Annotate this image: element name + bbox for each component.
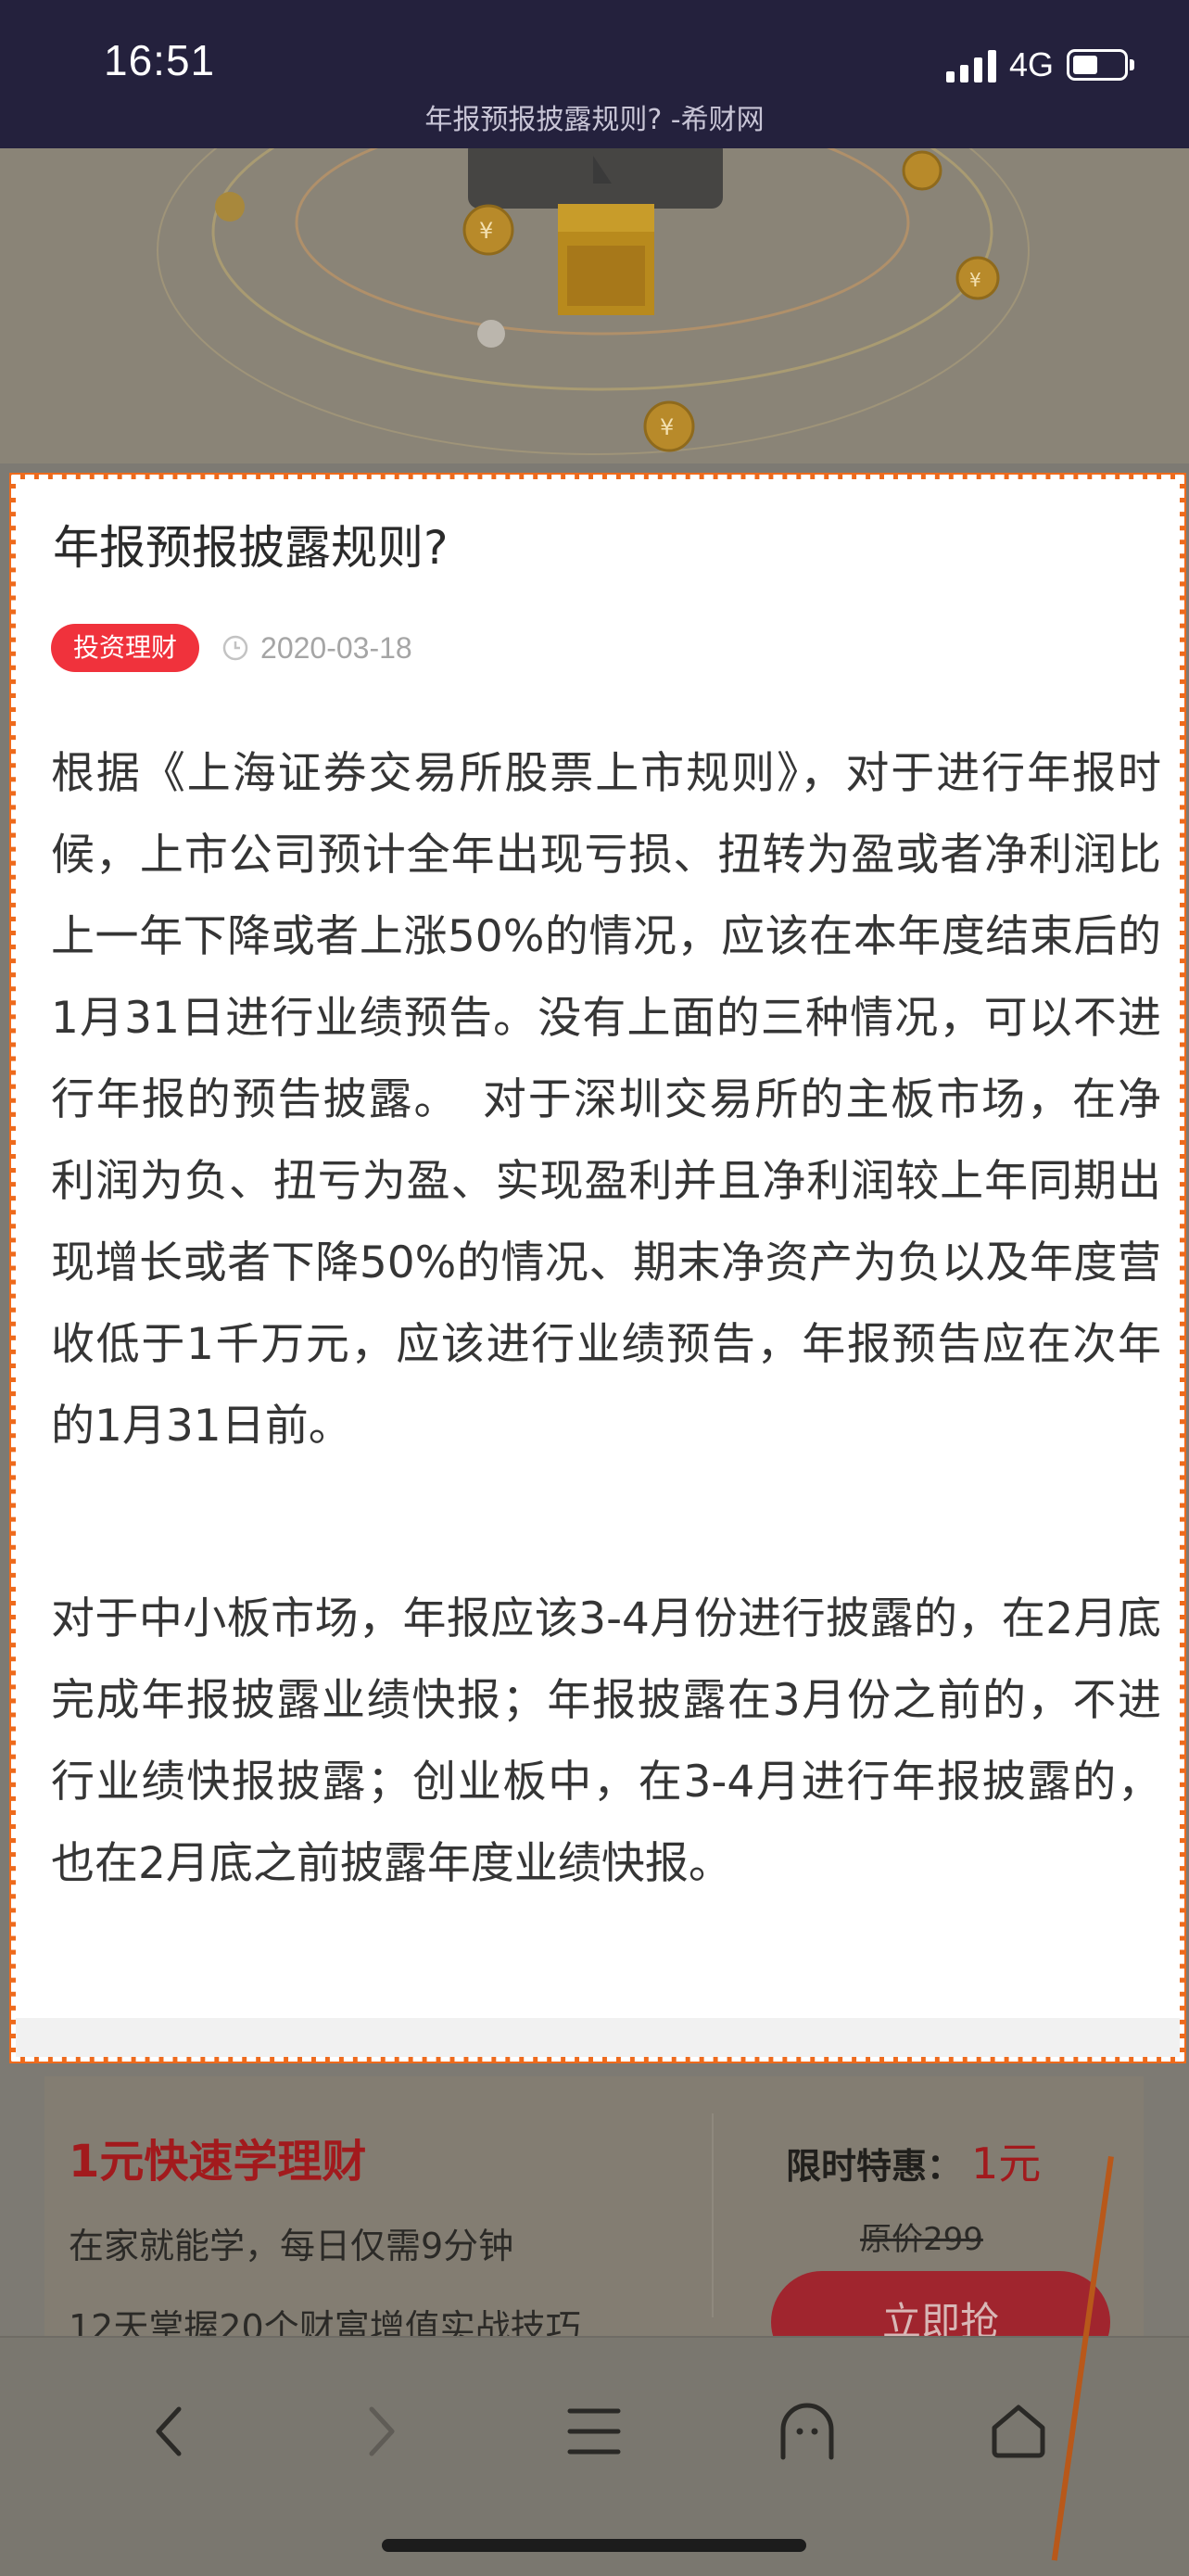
menu-icon — [567, 2408, 621, 2455]
promo-card[interactable]: 1元快速学理财 在家就能学，每日仅需9分钟 12天掌握20个财富增值实战技巧 限… — [44, 2076, 1144, 2345]
price-value: 1元 — [971, 2138, 1042, 2189]
svg-text:¥: ¥ — [479, 218, 493, 244]
page-title: 年报预报披露规则? -希财网 — [424, 104, 765, 136]
back-icon — [156, 2406, 182, 2456]
promo-title: 1元快速学理财 — [69, 2136, 367, 2188]
home-button[interactable] — [977, 2390, 1060, 2473]
hero-illustration: ¥ ¥ ¥ — [0, 148, 1189, 463]
article-paragraph: 根据《上海证券交易所股票上市规则》，对于进行年报时候，上市公司预计全年出现亏损、… — [51, 748, 1161, 1452]
forward-icon — [369, 2406, 395, 2456]
article-meta: 投资理财 2020-03-18 — [51, 624, 412, 672]
price-label: 限时特惠： — [786, 2146, 963, 2187]
menu-button[interactable] — [552, 2390, 636, 2473]
buy-now-button[interactable]: 立即抢 — [771, 2271, 1110, 2345]
back-button[interactable] — [128, 2390, 211, 2473]
tabs-button[interactable] — [765, 2390, 849, 2473]
coin-orbit-illustration: ¥ ¥ ¥ — [0, 148, 1189, 463]
battery-icon — [1067, 49, 1134, 81]
svg-text:¥: ¥ — [660, 414, 674, 440]
home-indicator[interactable] — [382, 2539, 806, 2552]
home-icon — [992, 2405, 1045, 2458]
promo-subtitle: 在家就能学，每日仅需9分钟 — [69, 2226, 514, 2266]
article-card: 年报预报披露规则? 投资理财 2020-03-18 根据《上海证券交易所股票上市… — [11, 475, 1184, 2062]
forward-button[interactable] — [339, 2390, 423, 2473]
browser-toolbar — [0, 2336, 1189, 2576]
status-bar: 16:51 4G 年报预报披露规则? -希财网 — [0, 0, 1189, 148]
card-footer-divider — [16, 2018, 1180, 2057]
promo-price: 限时特惠： 1元 — [786, 2130, 1041, 2191]
svg-text:¥: ¥ — [969, 269, 981, 291]
promo-divider — [712, 2113, 714, 2317]
category-tag[interactable]: 投资理财 — [51, 624, 200, 672]
date-text: 2020-03-18 — [260, 630, 412, 665]
article-title: 年报预报披露规则? — [53, 521, 449, 575]
status-indicators: 4G — [945, 43, 1134, 87]
publish-date: 2020-03-18 — [221, 631, 412, 666]
network-type: 4G — [1008, 45, 1054, 83]
article-paragraph: 对于中小板市场，年报应该3-4月份进行披露的，在2月底完成年报披露业绩快报；年报… — [51, 1593, 1161, 1889]
status-time: 16:51 — [104, 36, 216, 84]
tabs-icon — [780, 2403, 834, 2460]
clock-icon — [222, 635, 248, 661]
original-price: 原价299 — [860, 2221, 983, 2258]
signal-icon — [945, 47, 996, 82]
